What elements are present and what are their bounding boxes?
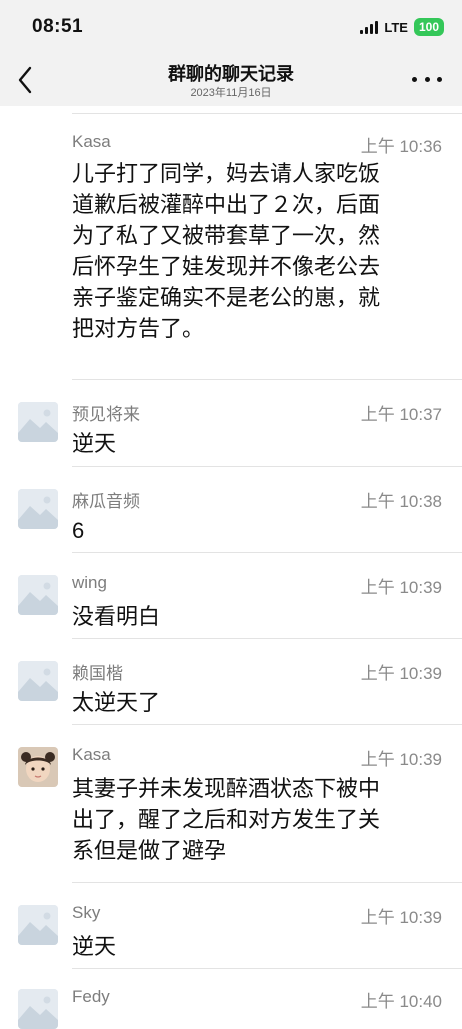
- message-text: 儿子打了同学，妈去请人家吃饭 道歉后被灌醉中出了２次，后面 为了私了又被带套草了一次…: [72, 161, 381, 341]
- message-time: 上午 10:39: [360, 750, 442, 769]
- sender-name: Fedy: [72, 987, 110, 1006]
- more-button[interactable]: [412, 68, 442, 90]
- avatar[interactable]: [18, 747, 58, 787]
- network-type: LTE: [384, 19, 408, 35]
- sender-name: Kasa: [72, 745, 111, 764]
- avatar[interactable]: [18, 905, 58, 945]
- image-placeholder-icon: [18, 661, 58, 701]
- message-time: 上午 10:39: [360, 908, 442, 927]
- message-time: 上午 10:38: [360, 492, 442, 511]
- message-text: 逆天: [72, 431, 117, 456]
- page-date: 2023年11月16日: [190, 87, 272, 99]
- divider: [72, 466, 462, 467]
- image-placeholder-icon: [18, 905, 58, 945]
- divider: [72, 379, 462, 380]
- navigation-bar: 群聊的聊天记录 2023年11月16日: [0, 56, 462, 106]
- page-title: 群聊的聊天记录: [168, 64, 294, 84]
- message-time: 上午 10:39: [360, 578, 442, 597]
- message-time: 上午 10:36: [360, 137, 442, 156]
- divider: [72, 113, 462, 114]
- avatar[interactable]: [18, 661, 58, 701]
- message-text: 逆天: [72, 934, 117, 959]
- child-photo-avatar-icon: [18, 747, 58, 787]
- image-placeholder-icon: [18, 575, 58, 615]
- message-text: 没看明白: [72, 604, 161, 629]
- status-time: 08:51: [32, 16, 84, 37]
- divider: [72, 882, 462, 883]
- message-text: 其妻子并未发现醉酒状态下被中 出了，醒了之后和对方发生了关 系但是做了避孕: [72, 776, 381, 863]
- sender-name: 麻瓜音频: [72, 492, 140, 511]
- avatar[interactable]: [18, 989, 58, 1029]
- avatar[interactable]: [18, 489, 58, 529]
- sender-name: Sky: [72, 903, 101, 922]
- divider: [72, 724, 462, 725]
- sender-name: wing: [72, 573, 107, 592]
- image-placeholder-icon: [18, 402, 58, 442]
- message-time: 上午 10:39: [360, 664, 442, 683]
- sender-name: Kasa: [72, 132, 111, 151]
- message-time: 上午 10:37: [360, 405, 442, 424]
- avatar[interactable]: [18, 575, 58, 615]
- battery-level: 100: [418, 20, 439, 34]
- message-text: 太逆天了: [72, 690, 161, 715]
- status-bar: 08:51 LTE 100: [0, 0, 462, 56]
- divider: [72, 638, 462, 639]
- more-dot-icon: [412, 76, 417, 82]
- more-dot-icon: [424, 76, 430, 82]
- sender-name: 赖国楷: [72, 664, 123, 683]
- image-placeholder-icon: [18, 989, 58, 1029]
- message-text: 6: [72, 518, 85, 543]
- battery-icon: 100: [413, 18, 444, 36]
- status-indicators: LTE 100: [360, 18, 444, 36]
- divider: [72, 968, 462, 969]
- more-dot-icon: [437, 76, 442, 82]
- divider: [72, 552, 462, 553]
- image-placeholder-icon: [18, 489, 58, 529]
- sender-name: 预见将来: [72, 405, 140, 424]
- avatar[interactable]: [18, 402, 58, 442]
- signal-icon: [360, 20, 379, 34]
